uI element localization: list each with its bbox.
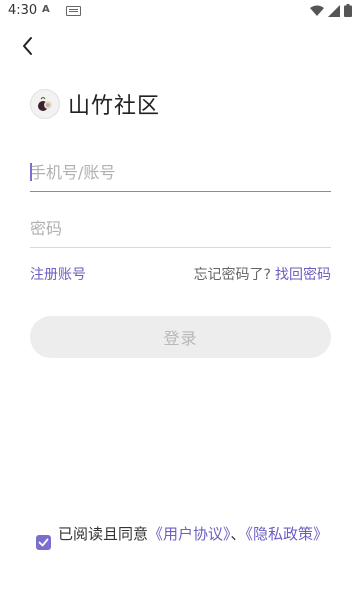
phone-input[interactable] <box>30 152 331 192</box>
phone-underline <box>30 191 331 192</box>
password-input[interactable] <box>30 208 331 248</box>
password-field[interactable] <box>30 208 331 248</box>
signal-icon <box>328 4 340 17</box>
password-underline <box>30 247 331 248</box>
keyboard-icon <box>66 6 81 16</box>
account-links: 注册账号 忘记密码了? 找回密码 <box>30 264 331 284</box>
checkmark-icon <box>38 538 49 547</box>
retrieve-password-link[interactable]: 找回密码 <box>275 264 331 284</box>
wifi-icon <box>310 5 324 16</box>
register-link[interactable]: 注册账号 <box>30 264 86 284</box>
agreement-checkbox[interactable] <box>36 535 51 550</box>
phone-field[interactable] <box>30 152 331 192</box>
status-icons <box>310 4 352 17</box>
agreement-separator: 、 <box>230 525 246 543</box>
agreement-text: 已阅读且同意《用户协议》、《隐私政策》 <box>58 523 338 545</box>
agreement-prefix: 已阅读且同意 <box>58 525 149 543</box>
app-logo <box>30 89 60 119</box>
back-arrow-icon[interactable] <box>16 34 40 58</box>
notification-a-icon: A <box>42 4 50 15</box>
app-title: 山竹社区 <box>68 94 161 119</box>
status-time: 4:30 <box>8 3 38 18</box>
text-caret <box>30 163 32 181</box>
forgot-password-question: 忘记密码了? <box>193 267 271 283</box>
login-button[interactable]: 登录 <box>30 316 331 358</box>
privacy-policy-link[interactable]: 《隐私政策》 <box>246 525 329 543</box>
battery-icon <box>344 4 352 17</box>
status-bar: 4:30 A <box>0 0 360 24</box>
mangosteen-logo-icon <box>38 96 52 111</box>
user-agreement-link[interactable]: 《用户协议》 <box>148 525 231 543</box>
